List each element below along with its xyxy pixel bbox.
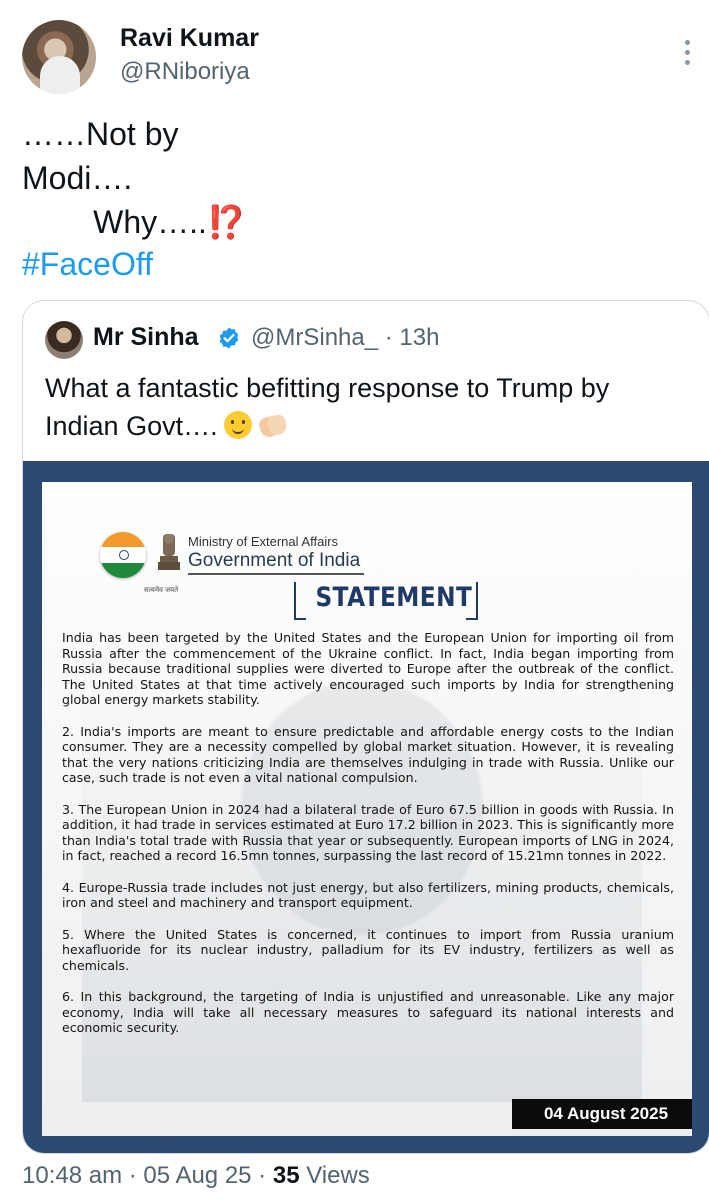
government-name: Government of India (188, 550, 361, 571)
tweet-line-1: ……Not by (22, 116, 179, 152)
quote-text: What a fantastic befitting response to T… (45, 369, 685, 445)
hashtag-link[interactable]: #FaceOff (22, 246, 153, 283)
statement-paragraph-4: 4. Europe-Russia trade includes not just… (62, 879, 674, 911)
statement-paragraph-2: 2. India's imports are meant to ensure p… (62, 723, 674, 786)
tweet-footer: 10:48 am · 05 Aug 25 · 35 Views (22, 1162, 370, 1189)
statement-document: सत्यमेव जयते Ministry of External Affair… (42, 482, 692, 1136)
author-name[interactable]: Ravi Kumar (120, 24, 259, 53)
statement-image[interactable]: सत्यमेव जयते Ministry of External Affair… (23, 461, 709, 1153)
statement-body: India has been targeted by the United St… (62, 630, 674, 1052)
statement-date: 04 August 2025 (512, 1099, 692, 1129)
statement-paragraph-3: 3. The European Union in 2024 had a bila… (62, 801, 674, 864)
quote-meta: @MrSinha_ · 13h (251, 324, 440, 351)
quoted-tweet[interactable]: Mr Sinha @MrSinha_ · 13h What a fantasti… (22, 300, 709, 1154)
tweet-time[interactable]: 10:48 am (22, 1162, 122, 1189)
tweet-line-3: Why…..⁉️ (22, 204, 247, 240)
author-handle[interactable]: @RNiboriya (120, 58, 250, 86)
avatar[interactable] (22, 20, 96, 94)
views-label: Views (306, 1162, 370, 1189)
clap-emoji (256, 411, 286, 439)
statement-title: STATEMENT (315, 582, 473, 613)
quote-avatar[interactable] (45, 321, 83, 359)
title-bracket-left (294, 582, 306, 620)
tweet-date[interactable]: 05 Aug 25 (143, 1162, 251, 1189)
views-count[interactable]: 35 (273, 1162, 300, 1189)
smile-emoji (223, 411, 252, 439)
quote-handle[interactable]: @MrSinha_ (251, 324, 378, 351)
tweet-text: ……Not by Modi…. Why…..⁉️ (22, 112, 682, 244)
quote-author-name[interactable]: Mr Sinha (93, 323, 199, 352)
ministry-name: Ministry of External Affairs (188, 534, 339, 549)
tweet-header: Ravi Kumar @RNiboriya (22, 20, 709, 100)
divider (188, 573, 364, 575)
statement-paragraph-6: 6. In this background, the targeting of … (62, 989, 674, 1035)
verified-badge-icon (219, 327, 239, 349)
flag-emblem (100, 532, 146, 578)
statement-paragraph-1: India has been targeted by the United St… (62, 630, 674, 707)
quote-text-body: What a fantastic befitting response to T… (45, 373, 610, 441)
tweet-line-2: Modi…. (22, 160, 133, 196)
title-bracket-right (466, 582, 478, 620)
emblem-caption: सत्यमेव जयते (144, 587, 179, 594)
national-emblem (158, 534, 180, 570)
quote-time[interactable]: 13h (399, 324, 439, 351)
statement-paragraph-5: 5. Where the United States is concerned,… (62, 926, 674, 973)
more-icon[interactable] (683, 40, 693, 70)
